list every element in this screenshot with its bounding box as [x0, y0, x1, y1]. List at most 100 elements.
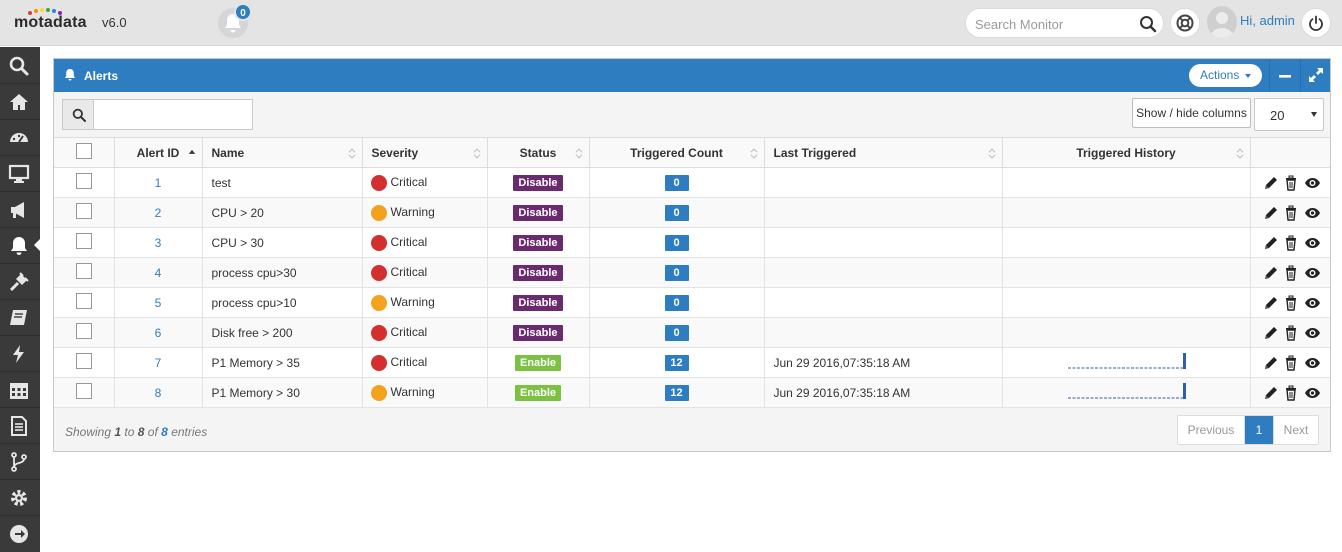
- view-icon[interactable]: [1304, 385, 1320, 401]
- count-cell: 0: [589, 227, 765, 258]
- table-filter-input[interactable]: [93, 99, 253, 130]
- severity-cell: Critical: [362, 227, 488, 258]
- edit-icon[interactable]: [1263, 235, 1279, 251]
- edit-icon[interactable]: [1263, 205, 1279, 221]
- view-icon[interactable]: [1304, 175, 1320, 191]
- severity-cell: Critical: [362, 347, 488, 378]
- user-greeting[interactable]: Hi, admin: [1240, 13, 1295, 28]
- minimize-icon[interactable]: [1276, 67, 1294, 85]
- alert-id-link[interactable]: 3: [155, 236, 162, 250]
- nav-search[interactable]: [0, 47, 40, 83]
- app-logo[interactable]: motadata: [14, 14, 87, 32]
- nav-announcements[interactable]: [0, 191, 40, 227]
- nav-settings[interactable]: [0, 479, 40, 515]
- top-bar: motadata v6.0 0 Hi, admin: [0, 0, 1342, 46]
- previous-page-button[interactable]: Previous: [1178, 416, 1245, 444]
- view-icon[interactable]: [1304, 205, 1320, 221]
- edit-icon[interactable]: [1263, 385, 1279, 401]
- page-size-select[interactable]: 20: [1254, 98, 1324, 131]
- next-page-button[interactable]: Next: [1273, 416, 1318, 444]
- alert-id-link[interactable]: 6: [155, 326, 162, 340]
- filter-search-button[interactable]: [62, 99, 94, 130]
- col-name[interactable]: Name: [202, 137, 363, 168]
- view-icon[interactable]: [1304, 355, 1320, 371]
- user-avatar[interactable]: [1207, 6, 1237, 38]
- nav-workflow[interactable]: [0, 443, 40, 479]
- actions-dropdown-button[interactable]: Actions: [1189, 64, 1262, 87]
- delete-icon[interactable]: [1283, 175, 1299, 191]
- dashboard-icon: [10, 133, 28, 143]
- view-icon[interactable]: [1304, 295, 1320, 311]
- edit-icon[interactable]: [1263, 265, 1279, 281]
- sort-icon: [347, 148, 356, 159]
- nav-scheduler[interactable]: [0, 371, 40, 407]
- edit-icon[interactable]: [1263, 325, 1279, 341]
- help-button[interactable]: [1170, 8, 1200, 38]
- delete-icon[interactable]: [1283, 235, 1299, 251]
- delete-icon[interactable]: [1283, 205, 1299, 221]
- delete-icon[interactable]: [1283, 355, 1299, 371]
- logout-button[interactable]: [1301, 8, 1331, 38]
- nav-knowledge[interactable]: [0, 299, 40, 335]
- nav-dashboard[interactable]: [0, 119, 40, 155]
- status-badge[interactable]: Disable: [513, 204, 563, 221]
- row-checkbox[interactable]: [75, 263, 92, 279]
- edit-icon[interactable]: [1263, 175, 1279, 191]
- col-last-triggered[interactable]: Last Triggered: [764, 137, 1003, 168]
- delete-icon[interactable]: [1283, 265, 1299, 281]
- nav-home[interactable]: [0, 83, 40, 119]
- alert-id-link[interactable]: 7: [155, 356, 162, 370]
- status-badge[interactable]: Disable: [513, 294, 563, 311]
- col-alert-id[interactable]: Alert ID: [114, 137, 203, 168]
- col-triggered-count[interactable]: Triggered Count: [589, 137, 765, 168]
- view-icon[interactable]: [1304, 265, 1320, 281]
- alert-id-link[interactable]: 4: [155, 266, 162, 280]
- status-badge[interactable]: Enable: [514, 354, 562, 371]
- nav-alerts[interactable]: [0, 227, 41, 263]
- severity-cell: Critical: [362, 167, 488, 198]
- search-icon[interactable]: [1139, 15, 1157, 33]
- col-severity[interactable]: Severity: [362, 137, 488, 168]
- col-triggered-history[interactable]: Triggered History: [1002, 137, 1251, 168]
- row-checkbox[interactable]: [75, 173, 92, 189]
- search-monitor-input[interactable]: [975, 15, 1135, 33]
- view-icon[interactable]: [1304, 235, 1320, 251]
- alert-id-link[interactable]: 1: [155, 176, 162, 190]
- search-icon: [72, 108, 86, 122]
- alert-id-link[interactable]: 5: [155, 296, 162, 310]
- row-checkbox[interactable]: [75, 383, 92, 399]
- row-checkbox[interactable]: [75, 233, 92, 249]
- delete-icon[interactable]: [1283, 295, 1299, 311]
- row-checkbox[interactable]: [75, 293, 92, 309]
- delete-icon[interactable]: [1283, 325, 1299, 341]
- edit-icon[interactable]: [1263, 295, 1279, 311]
- alert-id-link[interactable]: 8: [155, 386, 162, 400]
- row-actions-cell: [1250, 377, 1330, 408]
- page-1-button[interactable]: 1: [1245, 416, 1273, 444]
- row-checkbox[interactable]: [75, 203, 92, 219]
- show-hide-columns-button[interactable]: Show / hide columns: [1132, 98, 1251, 128]
- select-all-checkbox[interactable]: [75, 143, 92, 159]
- nav-expand[interactable]: [0, 515, 40, 551]
- edit-icon[interactable]: [1263, 355, 1279, 371]
- bell-icon: [65, 69, 75, 81]
- nav-actions[interactable]: [0, 335, 40, 371]
- status-badge[interactable]: Disable: [513, 264, 563, 281]
- status-badge[interactable]: Disable: [513, 324, 563, 341]
- power-icon: [1309, 15, 1323, 31]
- view-icon[interactable]: [1304, 325, 1320, 341]
- nav-monitor[interactable]: [0, 155, 40, 191]
- status-badge[interactable]: Enable: [514, 384, 562, 401]
- col-status[interactable]: Status: [487, 137, 590, 168]
- row-checkbox[interactable]: [75, 353, 92, 369]
- nav-reports[interactable]: [0, 407, 40, 443]
- expand-icon[interactable]: [1307, 66, 1325, 84]
- delete-icon[interactable]: [1283, 385, 1299, 401]
- status-badge[interactable]: Disable: [513, 174, 563, 191]
- status-badge[interactable]: Disable: [513, 234, 563, 251]
- alert-id-link[interactable]: 2: [155, 206, 162, 220]
- nav-plugins[interactable]: [0, 263, 40, 299]
- alert-id-cell: 2: [114, 197, 203, 228]
- status-cell: Disable: [487, 287, 590, 318]
- row-checkbox[interactable]: [75, 323, 92, 339]
